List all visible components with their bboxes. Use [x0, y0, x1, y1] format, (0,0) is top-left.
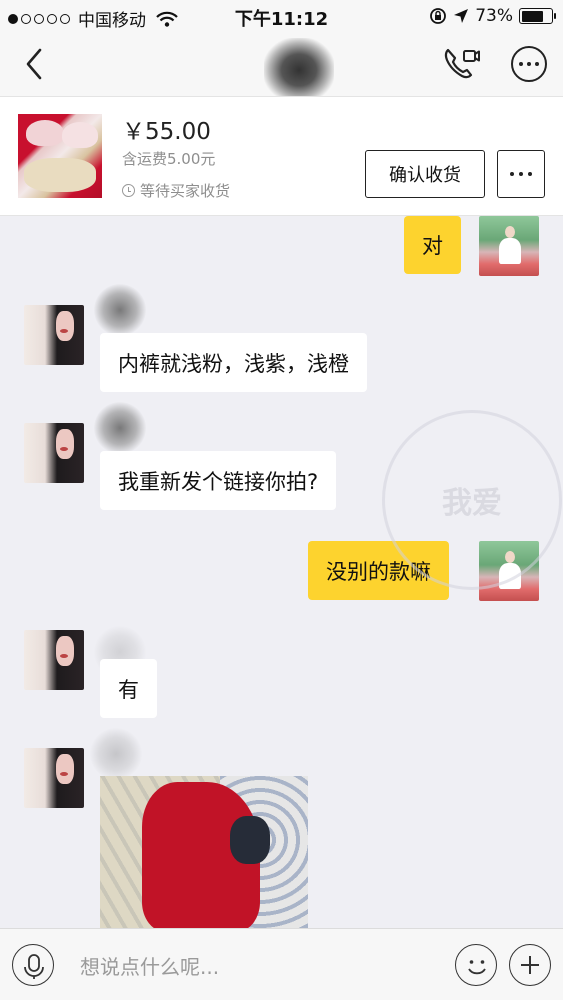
nav-bar [0, 32, 563, 102]
confirm-receipt-button[interactable]: 确认收货 [365, 150, 485, 198]
chevron-left-icon[interactable] [18, 44, 54, 84]
battery-level-fill [521, 10, 543, 22]
product-shipping: 含运费5.00元 [122, 150, 216, 168]
contact-avatar[interactable] [24, 748, 84, 808]
status-right: 73% [429, 6, 556, 26]
input-bar: 想说点什么呢... [0, 928, 563, 1000]
microphone-icon[interactable] [12, 944, 54, 986]
contact-nickname-obscured [94, 284, 146, 336]
message-bubble-in[interactable]: 有 [100, 659, 157, 718]
message-bubble-out[interactable]: 没别的款嘛 [308, 541, 449, 600]
my-avatar[interactable] [479, 541, 539, 601]
battery-percent: 73% [475, 6, 513, 26]
emoji-icon[interactable] [455, 944, 497, 986]
more-dots-icon[interactable] [511, 46, 547, 82]
battery-icon [519, 8, 556, 24]
phone-video-icon[interactable] [440, 44, 482, 84]
location-icon [454, 9, 469, 23]
plus-icon[interactable] [509, 944, 551, 986]
order-more-button[interactable] [497, 150, 545, 198]
contact-nickname-obscured [94, 402, 146, 454]
order-status-label: 等待买家收货 [140, 182, 231, 200]
message-bubble-out[interactable]: 对 [404, 216, 461, 274]
contact-name-obscured [264, 38, 334, 102]
orientation-lock-icon [430, 8, 447, 24]
contact-nickname-obscured [90, 728, 142, 780]
clock-icon [122, 184, 135, 197]
message-bubble-in[interactable]: 内裤就浅粉，浅紫，浅橙 [100, 333, 367, 392]
order-status: 等待买家收货 [122, 180, 230, 201]
status-bar: 中国移动 下午11:12 73% [0, 0, 563, 32]
contact-avatar[interactable] [24, 423, 84, 483]
message-input[interactable]: 想说点什么呢... [80, 951, 219, 980]
contact-avatar[interactable] [24, 630, 84, 690]
message-bubble-in[interactable]: 我重新发个链接你拍? [100, 451, 337, 510]
product-thumbnail[interactable] [18, 114, 102, 198]
my-avatar[interactable] [479, 216, 539, 276]
chat-area[interactable]: 对 内裤就浅粉，浅紫，浅橙 我重新发个链接你拍? 没别的款嘛 有 [0, 216, 563, 928]
contact-avatar[interactable] [24, 305, 84, 365]
product-price: ￥55.00 [122, 119, 211, 145]
message-image[interactable] [100, 776, 308, 928]
